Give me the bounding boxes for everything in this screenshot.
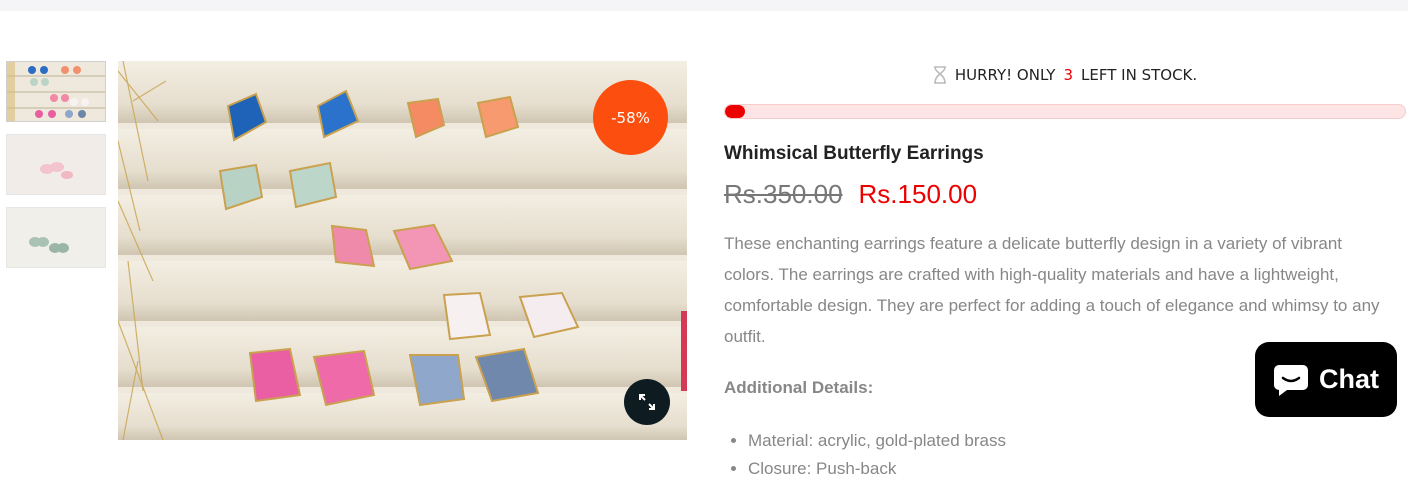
thumbnail-3[interactable] (6, 207, 106, 268)
stock-prefix: HURRY! ONLY (954, 66, 1056, 84)
chat-bubble-icon (1274, 364, 1308, 396)
spec-list: Material: acrylic, gold-plated brass Clo… (724, 427, 1406, 483)
product-info: HURRY! ONLY 3 LEFT IN STOCK. Whimsical B… (724, 60, 1406, 483)
chat-label: Chat (1319, 364, 1379, 394)
discount-badge: -58% (593, 80, 668, 155)
stock-suffix: LEFT IN STOCK. (1081, 66, 1198, 84)
old-price: Rs.350.00 (724, 179, 843, 209)
top-bar (0, 0, 1408, 11)
zoom-button[interactable] (624, 379, 670, 425)
stock-progress-fill (725, 105, 746, 118)
expand-icon (639, 394, 655, 410)
product-title: Whimsical Butterfly Earrings (724, 143, 984, 164)
spec-item: Material: acrylic, gold-plated brass (748, 427, 1406, 455)
spec-item: Closure: Push-back (748, 455, 1406, 483)
price-row: Rs.350.00 Rs.150.00 (724, 179, 1406, 210)
sale-price: Rs.150.00 (858, 179, 978, 209)
stock-count: 3 (1063, 66, 1074, 84)
stock-notice: HURRY! ONLY 3 LEFT IN STOCK. (724, 60, 1406, 90)
thumbnail-1[interactable] (6, 61, 106, 122)
chat-button[interactable]: Chat (1255, 342, 1397, 417)
stock-progress-bar (724, 104, 1406, 119)
product-description: These enchanting earrings feature a deli… (724, 234, 1380, 346)
hourglass-icon (933, 66, 946, 84)
thumbnail-2[interactable] (6, 134, 106, 195)
thumbnail-gallery (6, 61, 106, 280)
